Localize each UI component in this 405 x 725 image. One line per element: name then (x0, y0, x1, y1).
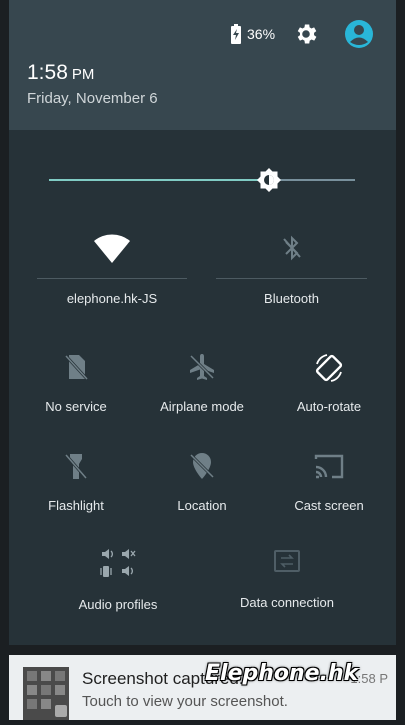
wifi-icon (94, 234, 130, 263)
airplane-mode-label: Airplane mode (160, 399, 244, 414)
flashlight-label: Flashlight (48, 498, 104, 513)
tile-airplane-mode[interactable]: Airplane mode (152, 352, 252, 414)
clock-hour: 1:58 (27, 61, 68, 84)
tile-audio-profiles[interactable]: Audio profiles (68, 546, 168, 612)
tile-data-connection[interactable]: Data connection (227, 546, 347, 610)
notification-text: Touch to view your screenshot. (82, 693, 288, 710)
clock-time[interactable]: 1:58 PM (27, 61, 94, 85)
bluetooth-label: Bluetooth (264, 291, 319, 306)
brightness-thumb-icon[interactable] (256, 167, 282, 193)
bluetooth-off-icon (282, 235, 301, 261)
quick-settings-panel: 36% 1:58 PM Friday, November 6 elephone.h… (9, 0, 396, 645)
battery-percent: 36% (247, 26, 276, 42)
tile-wifi[interactable]: elephone.hk-JS (37, 233, 187, 306)
audio-profiles-label: Audio profiles (78, 597, 158, 612)
location-off-icon (189, 453, 215, 479)
data-connection-icon (274, 550, 300, 572)
tile-flashlight[interactable]: Flashlight (26, 451, 126, 513)
data-connection-label: Data connection (240, 595, 334, 610)
quick-settings-header: 36% 1:58 PM Friday, November 6 (9, 0, 396, 130)
screenshot-thumbnail (23, 667, 69, 720)
bluetooth-divider (216, 278, 367, 279)
audio-profiles-icon (100, 549, 136, 577)
cast-icon (314, 454, 344, 479)
brightness-slider[interactable] (49, 168, 355, 192)
tile-bluetooth[interactable]: Bluetooth (216, 233, 367, 306)
settings-gear-icon[interactable] (293, 21, 319, 47)
tile-location[interactable]: Location (152, 451, 252, 513)
user-avatar-icon[interactable] (344, 19, 374, 49)
tile-auto-rotate[interactable]: Auto-rotate (279, 352, 379, 414)
flashlight-off-icon (64, 454, 88, 479)
brightness-track-filled (49, 179, 270, 181)
wifi-divider (37, 278, 187, 279)
cast-screen-label: Cast screen (294, 498, 364, 513)
clock-ampm: PM (71, 66, 95, 83)
watermark-logo: Elephone.hk (205, 661, 359, 686)
no-service-label: No service (45, 399, 107, 414)
airplane-icon (189, 354, 215, 380)
tile-no-service[interactable]: No service (26, 352, 126, 414)
auto-rotate-label: Auto-rotate (296, 399, 362, 414)
wifi-label: elephone.hk-JS (66, 291, 158, 306)
battery-charging-icon (231, 24, 241, 44)
tile-cast-screen[interactable]: Cast screen (279, 451, 379, 513)
auto-rotate-icon (315, 354, 343, 382)
no-sim-icon (64, 354, 89, 381)
location-label: Location (177, 498, 227, 513)
clock-date[interactable]: Friday, November 6 (27, 90, 158, 107)
brightness-track-empty (270, 179, 355, 181)
